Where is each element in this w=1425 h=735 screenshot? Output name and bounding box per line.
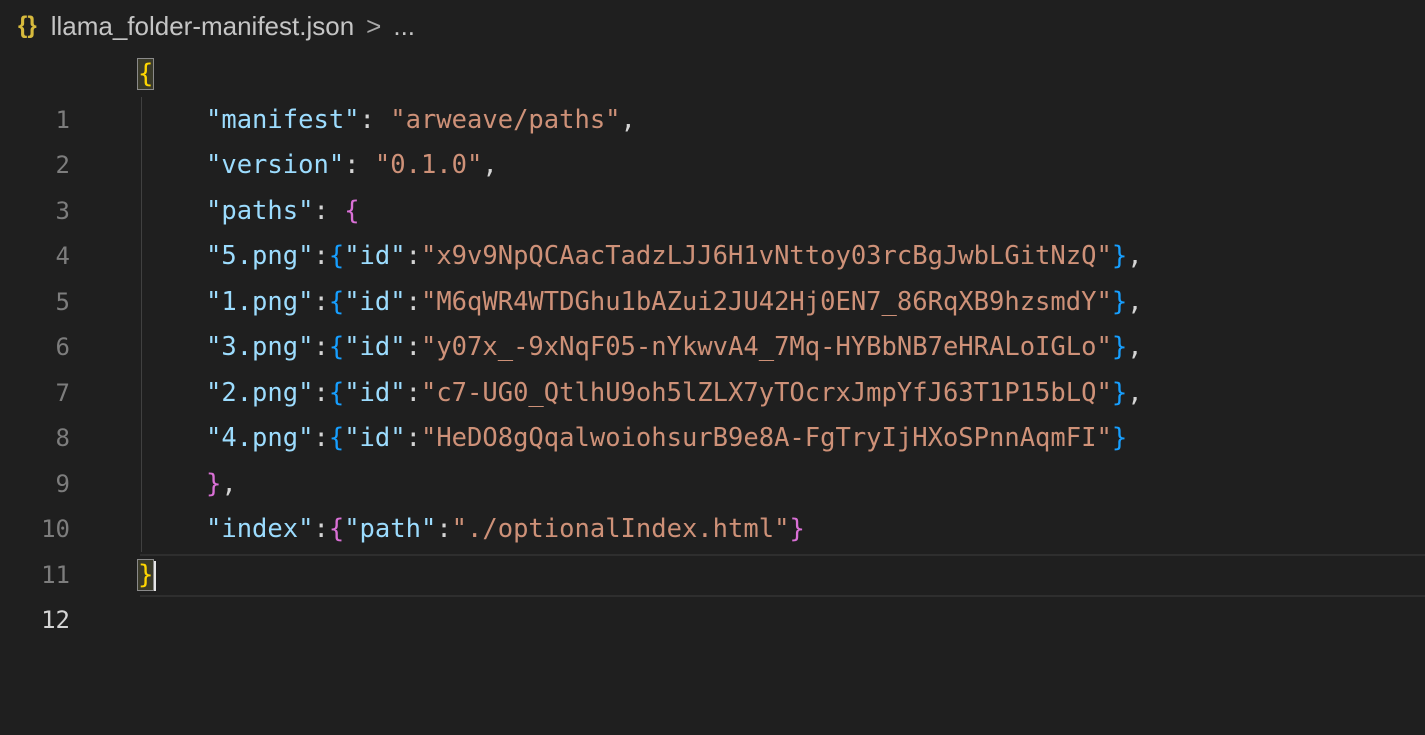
json-key: "manifest" <box>206 104 360 135</box>
comma: , <box>1127 241 1143 271</box>
open-brace: { <box>344 195 360 226</box>
open-brace: { <box>328 286 345 317</box>
breadcrumb-file[interactable]: llama_folder-manifest.json <box>51 11 354 42</box>
code-line: 2 "manifest": "arweave/paths", <box>0 98 1425 180</box>
json-string: "c7-UG0_QtlhU9oh5lZLX7yTOcrxJmpYfJ63T1P1… <box>420 377 1112 408</box>
code-line: 7 "3.png":{"id":"y07x_-9xNqF05-nYkwvA4_7… <box>0 325 1425 407</box>
code-editor[interactable]: 1 { 2 "manifest": "arweave/paths", 3 "ve… <box>0 52 1425 634</box>
open-brace: { <box>136 58 155 90</box>
json-string: "HeDO8gQqalwoiohsurB9e8A-FgTryIjHXoSPnnA… <box>420 423 1112 453</box>
breadcrumb: {} llama_folder-manifest.json > ... <box>0 0 1425 52</box>
open-brace: { <box>328 377 345 408</box>
json-key: "id" <box>344 423 406 453</box>
comma: , <box>1127 332 1143 362</box>
code-line: 8 "2.png":{"id":"c7-UG0_QtlhU9oh5lZLX7yT… <box>0 371 1425 453</box>
code-line-active: 12 } <box>0 553 1425 634</box>
close-brace: } <box>1111 241 1128 271</box>
colon: : <box>313 377 329 408</box>
comma: , <box>620 104 636 135</box>
code-line: 4 "paths": { <box>0 189 1425 271</box>
colon: : <box>436 514 452 544</box>
json-key: "id" <box>344 241 406 271</box>
close-brace: } <box>1111 332 1128 362</box>
comma: , <box>1127 286 1143 317</box>
json-key: "4.png" <box>206 423 314 453</box>
chevron-right-icon: > <box>366 10 382 41</box>
colon: : <box>405 423 421 453</box>
json-key: "id" <box>344 377 406 408</box>
close-brace: } <box>136 558 155 591</box>
json-key: "id" <box>344 286 406 317</box>
json-key: "paths" <box>206 195 314 226</box>
code-line: 5 "5.png":{"id":"x9v9NpQCAacTadzLJJ6H1vN… <box>0 234 1425 316</box>
code-line: 11 "index":{"path":"./optionalIndex.html… <box>0 507 1425 589</box>
json-key: "3.png" <box>206 332 314 362</box>
colon: : <box>313 332 329 362</box>
close-brace: } <box>1111 377 1128 408</box>
text-cursor <box>154 560 157 591</box>
colon: : <box>359 104 391 135</box>
colon: : <box>313 195 345 226</box>
colon: : <box>405 332 421 362</box>
colon: : <box>405 241 421 271</box>
code-line: 9 "4.png":{"id":"HeDO8gQqalwoiohsurB9e8A… <box>0 416 1425 498</box>
code-line: 1 { <box>0 52 1425 134</box>
open-brace: { <box>328 514 345 544</box>
json-key: "index" <box>206 514 314 544</box>
colon: : <box>405 377 421 408</box>
colon: : <box>313 514 329 544</box>
json-string: "y07x_-9xNqF05-nYkwvA4_7Mq-HYBbNB7eHRALo… <box>420 332 1112 362</box>
json-key: "version" <box>206 150 345 180</box>
close-brace: } <box>206 468 222 499</box>
json-string: "M6qWR4WTDGhu1bAZui2JU42Hj0EN7_86RqXB9hz… <box>420 286 1112 317</box>
json-key: "2.png" <box>206 377 314 408</box>
open-brace: { <box>328 241 345 271</box>
close-brace: } <box>1111 423 1128 453</box>
breadcrumb-more[interactable]: ... <box>393 11 415 42</box>
json-key: "id" <box>344 332 406 362</box>
close-brace: } <box>1111 286 1128 317</box>
colon: : <box>313 423 329 453</box>
colon: : <box>313 286 329 317</box>
code-line: 10 }, <box>0 462 1425 544</box>
json-string: "0.1.0" <box>374 150 483 180</box>
colon: : <box>313 241 329 271</box>
json-key: "5.png" <box>206 241 314 271</box>
code-line: 3 "version": "0.1.0", <box>0 143 1425 225</box>
code-line: 6 "1.png":{"id":"M6qWR4WTDGhu1bAZui2JU42… <box>0 280 1425 362</box>
json-key: "1.png" <box>206 286 314 317</box>
json-string: "x9v9NpQCAacTadzLJJ6H1vNttoy03rcBgJwbLGi… <box>420 241 1112 271</box>
json-key: "path" <box>344 514 437 544</box>
open-brace: { <box>328 332 345 362</box>
comma: , <box>482 150 498 180</box>
json-string: "./optionalIndex.html" <box>451 514 790 544</box>
colon: : <box>344 150 375 180</box>
colon: : <box>405 286 421 317</box>
json-string: "arweave/paths" <box>390 104 621 135</box>
json-file-icon: {} <box>18 12 37 39</box>
comma: , <box>221 468 237 499</box>
close-brace: } <box>789 514 805 544</box>
open-brace: { <box>328 423 345 453</box>
comma: , <box>1127 377 1143 408</box>
